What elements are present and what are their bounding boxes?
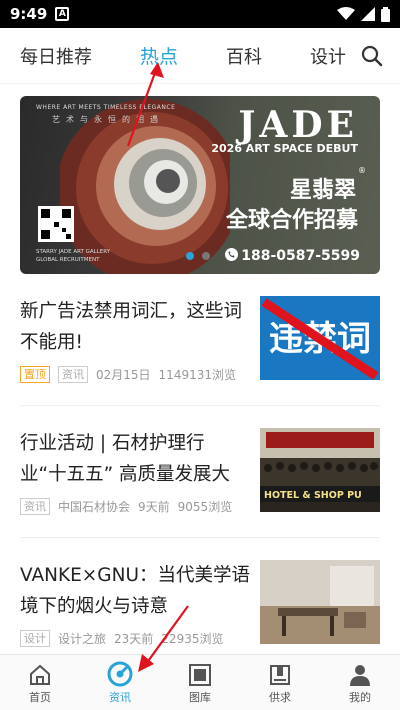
- bottom-navigation: 首页 资讯 图库 供求 我的: [0, 654, 400, 710]
- banner-slogan: 全球合作招募: [225, 208, 358, 233]
- article-title: 新广告法禁用词汇，这些词不能用!: [20, 301, 243, 353]
- nav-home-label: 首页: [29, 690, 51, 704]
- banner-tagline-cn: 艺术与永恒的相遇: [52, 115, 164, 124]
- banner-brand-name: 星翡翠: [289, 178, 356, 203]
- article-thumbnail: 违禁词: [260, 296, 380, 380]
- pagination-dot-active[interactable]: [186, 252, 194, 260]
- article-source: 中国石材协会: [58, 500, 131, 514]
- article-title: 行业活动 | 石材护理行业“十五五” 高质量发展大会...: [20, 433, 231, 485]
- supply-demand-icon: [270, 664, 290, 685]
- article-views: 22935浏览: [161, 632, 224, 646]
- article-source: 设计之旅: [58, 632, 107, 646]
- nav-gallery-label: 图库: [189, 690, 211, 704]
- home-icon: [30, 664, 50, 685]
- article-views: 1149131浏览: [158, 368, 236, 382]
- nav-gallery[interactable]: 图库: [160, 655, 240, 710]
- banner-phone: 188-0587-5599: [225, 248, 360, 264]
- list-item[interactable]: 新广告法禁用词汇，这些词不能用! 置顶 资讯 02月15日 1149131浏览 …: [20, 274, 380, 406]
- signal-icon: [361, 7, 375, 21]
- status-time: 9:49: [10, 5, 48, 23]
- nav-profile-label: 我的: [349, 690, 371, 704]
- interior-design-image: [260, 560, 380, 644]
- compass-icon: [107, 661, 133, 686]
- phone-icon: [225, 248, 239, 261]
- banner-tagline-en: WHERE ART MEETS TIMELESS ELEGANCE: [36, 104, 176, 111]
- tab-hot[interactable]: 热点: [140, 42, 178, 69]
- banner-pagination: [186, 252, 210, 260]
- article-thumbnail: [260, 560, 380, 644]
- event-group-photo: HOTEL & SHOP PU: [260, 428, 380, 512]
- list-item[interactable]: VANKE×GNU：当代美学语境下的烟火与诗意 设计 设计之旅 23天前 229…: [20, 538, 380, 670]
- nav-news-label: 资讯: [109, 690, 131, 704]
- article-meta: 设计 设计之旅 23天前 22935浏览: [20, 630, 250, 647]
- tab-encyclopedia[interactable]: 百科: [226, 43, 262, 69]
- article-date: 9天前: [138, 500, 170, 514]
- wifi-icon: [337, 7, 355, 20]
- gallery-name: STARRY JADE ART GALLERY: [36, 249, 111, 255]
- banner-jade-title: JADE: [238, 104, 358, 146]
- thumbnail-text: HOTEL & SHOP PU: [264, 490, 362, 501]
- promo-banner[interactable]: WHERE ART MEETS TIMELESS ELEGANCE 艺术与永恒的…: [20, 96, 380, 274]
- article-title: VANKE×GNU：当代美学语境下的烟火与诗意: [20, 565, 250, 617]
- article-meta: 资讯 中国石材协会 9天前 9055浏览: [20, 498, 250, 515]
- prohibited-words-image: 违禁词: [260, 296, 380, 380]
- banner-debut-text: 2026 ART SPACE DEBUT: [211, 142, 358, 155]
- notification-a-icon: A: [55, 7, 70, 21]
- pagination-dot[interactable]: [202, 252, 210, 260]
- registered-mark: ®: [358, 166, 366, 175]
- nav-supply-label: 供求: [269, 690, 291, 704]
- gallery-icon: [189, 663, 211, 686]
- category-tag: 资讯: [20, 498, 50, 515]
- user-icon: [350, 664, 370, 686]
- tab-daily-recommend[interactable]: 每日推荐: [20, 43, 92, 69]
- battery-icon: [381, 6, 390, 22]
- article-date: 23天前: [114, 632, 154, 646]
- article-thumbnail: HOTEL & SHOP PU: [260, 428, 380, 512]
- pinned-tag: 置顶: [20, 366, 50, 383]
- qr-code-image: [38, 206, 74, 242]
- nav-news[interactable]: 资讯: [80, 655, 160, 710]
- category-tag: 设计: [20, 630, 50, 647]
- article-date: 02月15日: [96, 368, 151, 382]
- article-meta: 置顶 资讯 02月15日 1149131浏览: [20, 366, 250, 383]
- banner-gallery-text: STARRY JADE ART GALLERY GLOBAL RECRUITME…: [36, 248, 110, 264]
- list-item[interactable]: 行业活动 | 石材护理行业“十五五” 高质量发展大会... 资讯 中国石材协会 …: [20, 406, 380, 538]
- category-tag: 资讯: [58, 366, 88, 383]
- nav-profile[interactable]: 我的: [320, 655, 400, 710]
- banner-phone-number: 188-0587-5599: [241, 248, 360, 264]
- status-bar: 9:49 A: [0, 0, 400, 28]
- search-button[interactable]: [358, 42, 386, 70]
- nav-supply[interactable]: 供求: [240, 655, 320, 710]
- gallery-recruit: GLOBAL RECRUITMENT: [36, 257, 100, 263]
- article-views: 9055浏览: [177, 500, 233, 514]
- search-icon: [361, 45, 383, 66]
- news-feed: 新广告法禁用词汇，这些词不能用! 置顶 资讯 02月15日 1149131浏览 …: [20, 274, 380, 670]
- category-tabs: 每日推荐 热点 百科 设计: [0, 28, 400, 84]
- tab-design[interactable]: 设计: [310, 43, 346, 69]
- nav-home[interactable]: 首页: [0, 655, 80, 710]
